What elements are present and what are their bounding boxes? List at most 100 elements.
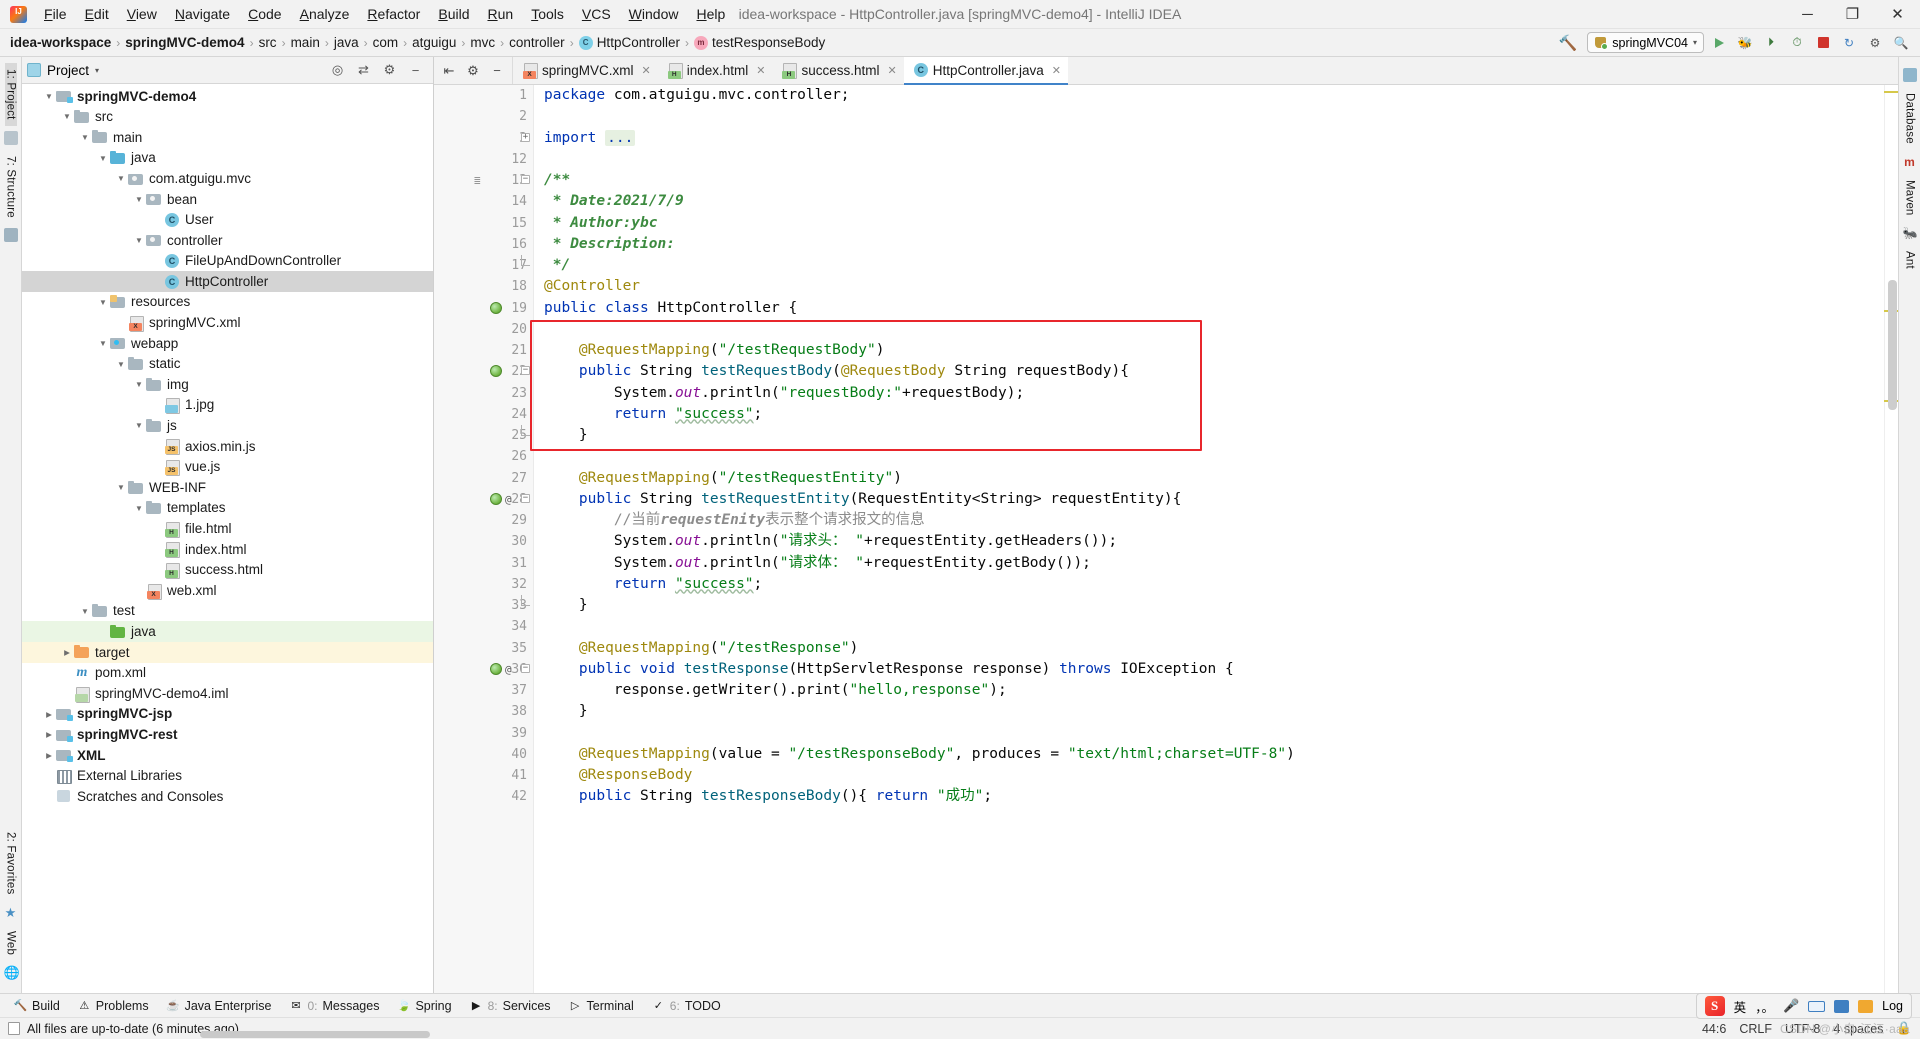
chevron-down-icon[interactable] [132, 421, 146, 430]
code-line-19[interactable]: public class HttpController { [544, 298, 1884, 319]
tree-node-img[interactable]: img [22, 374, 433, 395]
tree-node-external-libraries[interactable]: External Libraries [22, 766, 433, 787]
editor-tab-success-html[interactable]: success.html ✕ [772, 57, 903, 84]
gutter-line-24[interactable]: 24 [434, 404, 533, 425]
code-line-42[interactable]: public String testResponseBody(){ return… [544, 786, 1884, 807]
chevron-down-icon[interactable]: ▾ [1693, 38, 1697, 47]
tree-node-httpcontroller[interactable]: HttpController [22, 271, 433, 292]
sidebar-item-ant[interactable]: Ant [1904, 245, 1916, 275]
chevron-right-icon[interactable] [60, 648, 74, 657]
menu-item-navigate[interactable]: Navigate [166, 3, 239, 25]
tree-node-test[interactable]: test [22, 601, 433, 622]
code-line-20[interactable] [544, 319, 1884, 340]
sidebar-item-maven[interactable]: Maven [1904, 174, 1916, 222]
tool-window-build[interactable]: 🔨 Build [6, 997, 68, 1015]
gutter-line-22[interactable]: −22 [434, 361, 533, 382]
tree-node-file-html[interactable]: file.html [22, 518, 433, 539]
vertical-scrollbar-thumb[interactable] [1888, 280, 1897, 410]
gutter-line-16[interactable]: 16 [434, 234, 533, 255]
code-line-23[interactable]: System.out.println("requestBody:"+reques… [544, 383, 1884, 404]
menu-item-help[interactable]: Help [687, 3, 734, 25]
code-line-1[interactable]: package com.atguigu.mvc.controller; [544, 85, 1884, 106]
palette-icon[interactable] [1858, 999, 1874, 1013]
gutter-line-38[interactable]: 38 [434, 701, 533, 722]
breadcrumb-item-idea-workspace[interactable]: idea-workspace [10, 35, 111, 50]
chevron-right-icon[interactable] [42, 710, 56, 719]
breadcrumb-item-springmvc-demo4[interactable]: springMVC-demo4 [125, 35, 244, 50]
tree-node-vue-js[interactable]: vue.js [22, 457, 433, 478]
code-line-27[interactable]: @RequestMapping("/testRequestEntity") [544, 468, 1884, 489]
tool-window-services[interactable]: ▶ 8: Services [462, 997, 559, 1015]
gutter-line-37[interactable]: 37 [434, 680, 533, 701]
sidebar-item-structure[interactable]: 7: Structure [5, 150, 17, 224]
editor-gutter[interactable]: 12+312≣−131415161718192021−222324252627@… [434, 85, 534, 993]
breadcrumb-item-testresponsebody[interactable]: m testResponseBody [693, 35, 825, 50]
gutter-line-29[interactable]: 29 [434, 510, 533, 531]
code-line-34[interactable] [544, 616, 1884, 637]
search-everywhere-button[interactable]: 🔍 [1890, 32, 1912, 53]
menu-item-analyze[interactable]: Analyze [291, 3, 359, 25]
tree-node-springmvc-rest[interactable]: springMVC-rest [22, 724, 433, 745]
breadcrumb-item-java[interactable]: java [334, 35, 359, 50]
tree-node-controller[interactable]: controller [22, 230, 433, 251]
close-tab-icon[interactable]: ✕ [1052, 64, 1061, 77]
sidebar-item-favorites[interactable]: 2: Favorites [5, 826, 17, 900]
menu-item-tools[interactable]: Tools [522, 3, 573, 25]
fold-expand-icon[interactable]: + [521, 132, 530, 142]
gutter-line-14[interactable]: 14 [434, 191, 533, 212]
ime-mode[interactable]: 英 [1734, 997, 1747, 1016]
settings-gear-icon[interactable]: ⚙ [462, 60, 484, 82]
gutter-line-18[interactable]: 18 [434, 276, 533, 297]
spring-bean-icon[interactable] [490, 662, 502, 675]
line-separator[interactable]: CRLF [1739, 1022, 1772, 1036]
editor-marker-bar[interactable] [1884, 85, 1898, 993]
gutter-line-25[interactable]: 25 [434, 425, 533, 446]
menu-item-vcs[interactable]: VCS [573, 3, 620, 25]
update-project-button[interactable]: ↻ [1838, 32, 1860, 53]
run-button[interactable] [1708, 32, 1730, 53]
menu-item-view[interactable]: View [118, 3, 166, 25]
menu-item-code[interactable]: Code [239, 3, 290, 25]
gutter-line-13[interactable]: ≣ −13 [434, 170, 533, 191]
code-content[interactable]: package com.atguigu.mvc.controller; impo… [534, 85, 1884, 993]
stop-button[interactable] [1812, 32, 1834, 53]
code-line-35[interactable]: @RequestMapping("/testResponse") [544, 638, 1884, 659]
sidebar-item-project[interactable]: 1: Project [4, 63, 17, 126]
gutter-line-35[interactable]: 35 [434, 638, 533, 659]
settings-gear-icon[interactable]: ⚙ [382, 62, 397, 78]
spring-bean-icon[interactable] [490, 301, 502, 314]
fold-collapse-icon[interactable]: − [521, 366, 530, 376]
tree-node-target[interactable]: target [22, 642, 433, 663]
breadcrumb-item-com[interactable]: com [373, 35, 399, 50]
tree-node-xml[interactable]: XML [22, 745, 433, 766]
horizontal-scrollbar-thumb[interactable] [200, 1031, 430, 1038]
sidebar-item-database[interactable]: Database [1904, 87, 1916, 150]
tree-node-springmvc-xml[interactable]: springMVC.xml [22, 313, 433, 334]
minimize-button[interactable]: ─ [1785, 0, 1830, 29]
tree-node-templates[interactable]: templates [22, 498, 433, 519]
menu-item-window[interactable]: Window [620, 3, 688, 25]
code-line-18[interactable]: @Controller [544, 276, 1884, 297]
code-line-31[interactable]: System.out.println("请求体： "+requestEntity… [544, 553, 1884, 574]
code-line-40[interactable]: @RequestMapping(value = "/testResponseBo… [544, 744, 1884, 765]
tool-window-problems[interactable]: ⚠ Problems [70, 997, 157, 1015]
breadcrumb-item-controller[interactable]: controller [509, 35, 565, 50]
tree-node-web-xml[interactable]: web.xml [22, 580, 433, 601]
toolbox-icon[interactable] [1834, 999, 1850, 1013]
close-button[interactable]: ✕ [1875, 0, 1920, 29]
tree-node-static[interactable]: static [22, 354, 433, 375]
tree-node-resources[interactable]: resources [22, 292, 433, 313]
code-line-26[interactable] [544, 446, 1884, 467]
gutter-line-20[interactable]: 20 [434, 319, 533, 340]
mic-icon[interactable]: 🎤 [1783, 998, 1799, 1014]
build-hammer-icon[interactable]: 🔨 [1553, 34, 1584, 52]
gutter-line-12[interactable]: 12 [434, 149, 533, 170]
tool-window-todo[interactable]: ✓ 6: TODO [644, 997, 729, 1015]
fold-end-icon[interactable] [521, 425, 530, 436]
chevron-down-icon[interactable] [132, 195, 146, 204]
menu-item-file[interactable]: File [35, 3, 76, 25]
override-marker-icon[interactable]: @ [505, 493, 512, 506]
keyboard-icon[interactable] [1808, 1000, 1826, 1012]
debug-button[interactable]: 🐝 [1734, 32, 1756, 53]
gutter-line-41[interactable]: 41 [434, 765, 533, 786]
